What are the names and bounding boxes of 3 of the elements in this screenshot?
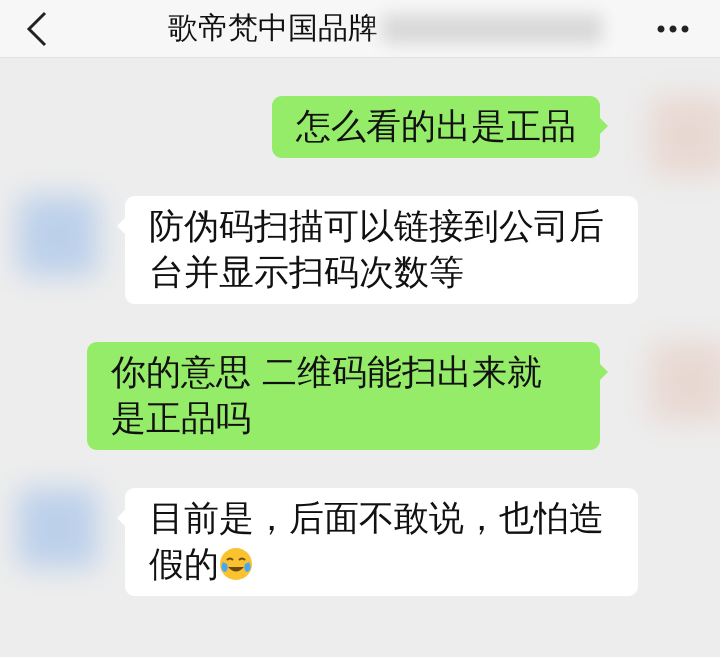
back-icon[interactable] [26,10,48,46]
more-icon[interactable] [656,24,690,34]
chat-title: 歌帝梵中国品牌 [168,10,378,48]
